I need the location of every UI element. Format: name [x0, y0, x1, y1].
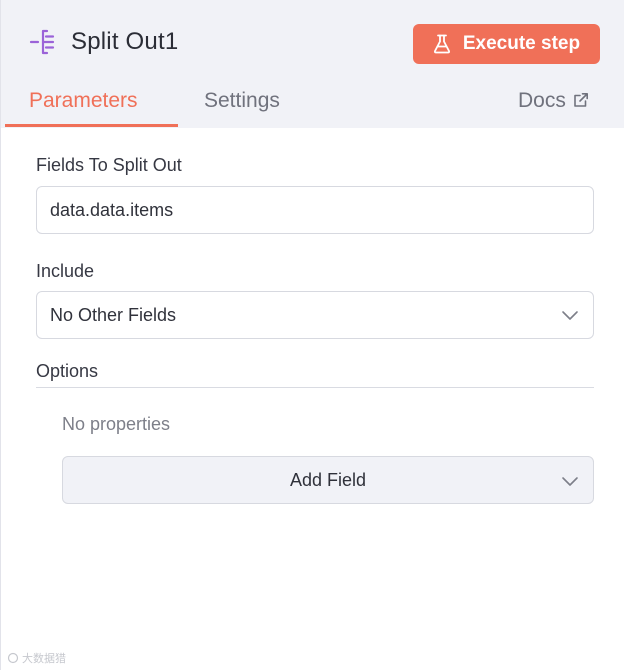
include-selected-value: No Other Fields	[50, 304, 177, 325]
node-parameters-panel: Split Out1 Execute step Parameters Setti…	[0, 0, 624, 670]
active-tab-indicator	[5, 124, 178, 127]
flask-icon	[433, 34, 450, 54]
add-field-label: Add Field	[289, 469, 367, 490]
execute-step-button[interactable]: Execute step	[413, 24, 600, 64]
watermark-icon	[7, 652, 19, 664]
options-label: Options	[36, 361, 99, 381]
chevron-down-icon	[562, 477, 578, 486]
tab-docs-label: Docs	[518, 89, 566, 112]
external-link-icon	[574, 93, 588, 107]
split-out-icon	[29, 28, 59, 56]
tab-settings[interactable]: Settings	[204, 89, 280, 113]
fields-to-split-out-label: Fields To Split Out	[36, 155, 182, 175]
chevron-down-icon	[562, 311, 578, 320]
execute-step-label: Execute step	[462, 33, 581, 54]
panel-header: Split Out1 Execute step Parameters Setti…	[1, 0, 624, 128]
no-properties-text: No properties	[62, 414, 171, 434]
fields-to-split-out-value: data.data.items	[50, 199, 174, 220]
include-select[interactable]: No Other Fields	[36, 291, 594, 339]
tab-parameters[interactable]: Parameters	[29, 89, 138, 113]
watermark-text: 大数据猎	[22, 653, 66, 665]
fields-to-split-out-input[interactable]: data.data.items	[36, 186, 594, 234]
node-title[interactable]: Split Out1	[71, 28, 178, 56]
options-divider	[36, 387, 594, 388]
add-field-dropdown[interactable]: Add Field	[62, 456, 594, 504]
tab-docs[interactable]: Docs	[518, 89, 589, 113]
watermark: 大数据猎	[7, 650, 66, 666]
include-label: Include	[36, 261, 95, 281]
